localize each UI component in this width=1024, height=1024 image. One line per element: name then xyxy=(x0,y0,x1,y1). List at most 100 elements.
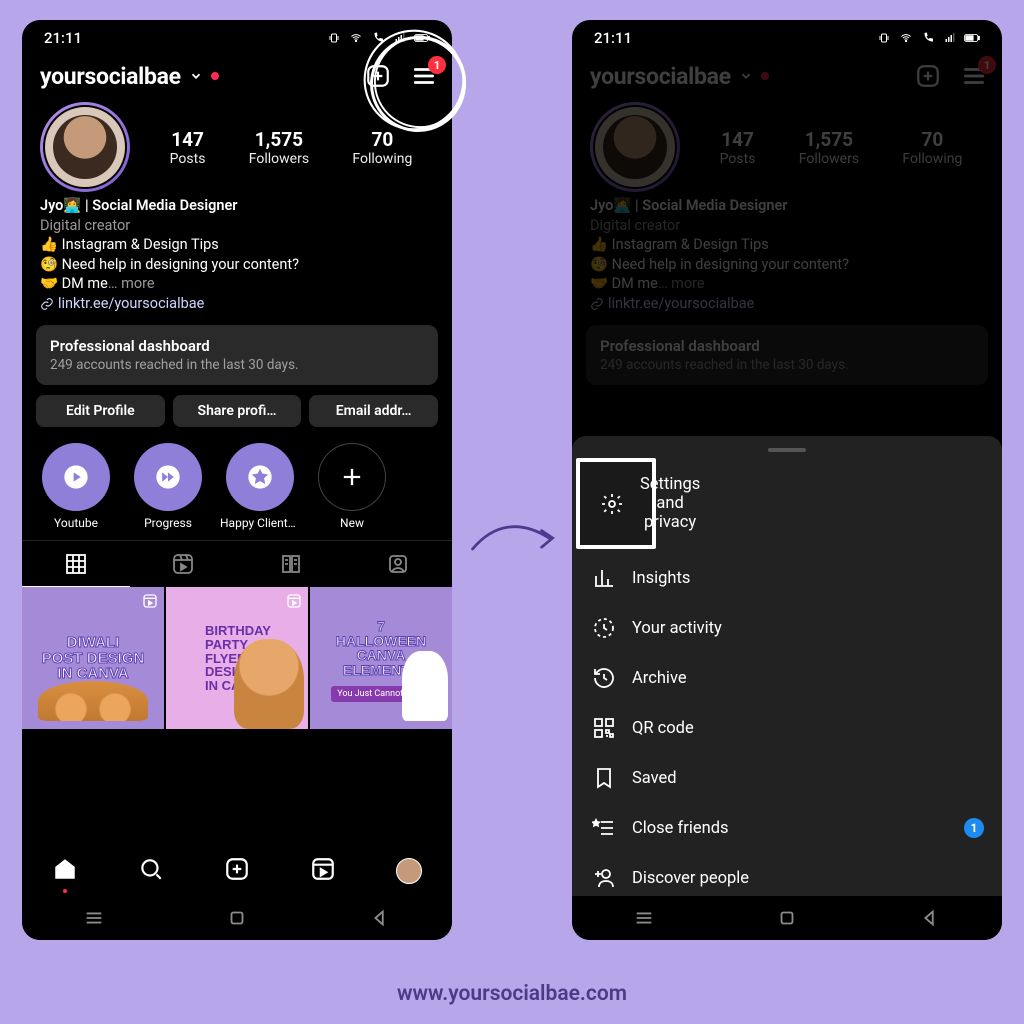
signal-icon xyxy=(392,32,408,44)
status-time: 21:11 xyxy=(594,29,632,47)
bio-line: 🧐 Need help in designing your content? xyxy=(40,255,434,275)
star-icon xyxy=(246,463,274,491)
nav-reels[interactable] xyxy=(310,856,336,886)
add-person-icon xyxy=(592,866,616,890)
back-key[interactable] xyxy=(369,907,391,929)
share-profile-button[interactable]: Share profi… xyxy=(173,395,302,427)
menu-qr[interactable]: QR code xyxy=(572,703,1002,753)
menu-saved[interactable]: Saved xyxy=(572,753,1002,803)
bio-line: 🤝 DM me… more xyxy=(40,274,434,294)
home-key[interactable] xyxy=(776,907,798,929)
home-icon xyxy=(52,856,78,882)
highlight-clients[interactable]: Happy Clients… xyxy=(220,443,300,530)
tab-tagged[interactable] xyxy=(345,541,453,587)
profile-bio: Jyo👩‍💻 | Social Media Designer Digital c… xyxy=(22,194,452,319)
activity-icon xyxy=(592,616,616,640)
recent-apps-key[interactable] xyxy=(633,907,655,929)
phone-wifi-icon xyxy=(920,32,936,44)
edit-profile-button[interactable]: Edit Profile xyxy=(36,395,165,427)
professional-dashboard[interactable]: Professional dashboard 249 accounts reac… xyxy=(36,325,438,385)
status-icons xyxy=(326,32,430,44)
link-icon xyxy=(40,297,54,311)
menu-sheet: Settings and privacy Insights Your activ… xyxy=(572,436,1002,896)
highlight-progress[interactable]: Progress xyxy=(128,443,208,530)
guides-icon xyxy=(279,552,303,576)
posts-grid: DIWALI POST DESIGN IN CANVA BIRTHDAY PAR… xyxy=(22,587,452,729)
close-friends-badge: 1 xyxy=(964,818,984,838)
phone-wifi-icon xyxy=(370,32,386,44)
highlights-row: Youtube Progress Happy Clients… New xyxy=(22,431,452,534)
list-star-icon xyxy=(592,816,616,840)
more-link[interactable]: … more xyxy=(108,275,155,292)
recent-apps-key[interactable] xyxy=(83,907,105,929)
bio-line: 👍 Instagram & Design Tips xyxy=(40,235,434,255)
profile-button-row: Edit Profile Share profi… Email addr… xyxy=(22,391,452,431)
create-button[interactable] xyxy=(364,62,392,90)
reels-icon xyxy=(171,552,195,576)
back-key[interactable] xyxy=(919,907,941,929)
nav-home[interactable] xyxy=(52,856,78,886)
post-thumb[interactable]: BIRTHDAY PARTY FLYER DESIGN IN CANVA xyxy=(166,587,308,729)
menu-activity[interactable]: Your activity xyxy=(572,603,1002,653)
bio-link[interactable]: linktr.ee/yoursocialbae xyxy=(40,294,434,314)
tagged-icon xyxy=(386,552,410,576)
bio-name: Jyo👩‍💻 | Social Media Designer xyxy=(40,196,434,216)
battery-icon xyxy=(414,32,430,44)
post-thumb[interactable]: DIWALI POST DESIGN IN CANVA xyxy=(22,587,164,729)
email-button[interactable]: Email addr… xyxy=(309,395,438,427)
stat-posts[interactable]: 147Posts xyxy=(170,128,206,167)
home-key[interactable] xyxy=(226,907,248,929)
post-thumb[interactable]: 7 HALLOWEEN CANVA ELEMENTS You Just Cann… xyxy=(310,587,452,729)
reels-badge-icon xyxy=(142,593,158,609)
nav-search[interactable] xyxy=(138,856,164,886)
highlight-youtube[interactable]: Youtube xyxy=(36,443,116,530)
plus-square-icon xyxy=(224,856,250,882)
menu-insights[interactable]: Insights xyxy=(572,553,1002,603)
profile-tabs xyxy=(22,540,452,587)
profile-avatar[interactable] xyxy=(40,102,130,192)
reels-icon xyxy=(310,856,336,882)
tab-guides[interactable] xyxy=(237,541,345,587)
phone-profile: 21:11 yoursocialbae 1 xyxy=(22,20,452,940)
plus-icon xyxy=(338,463,366,491)
menu-settings[interactable]: Settings and privacy xyxy=(576,458,656,549)
status-time: 21:11 xyxy=(44,29,82,47)
archive-icon xyxy=(592,666,616,690)
status-bar: 21:11 xyxy=(572,20,1002,56)
menu-close-friends[interactable]: Close friends 1 xyxy=(572,803,1002,853)
username[interactable]: yoursocialbae xyxy=(40,63,181,90)
wifi-icon xyxy=(348,32,364,44)
wifi-icon xyxy=(898,32,914,44)
reels-badge-icon xyxy=(286,593,302,609)
menu-archive[interactable]: Archive xyxy=(572,653,1002,703)
grid-icon xyxy=(64,552,88,576)
hamburger-menu-button[interactable]: 1 xyxy=(410,62,438,90)
android-softkeys xyxy=(572,896,1002,940)
tab-reels[interactable] xyxy=(130,541,238,587)
qr-icon xyxy=(592,716,616,740)
signal-icon xyxy=(942,32,958,44)
status-icons xyxy=(876,32,980,44)
phone-menu: 21:11 yoursocialbae 1 147Posts xyxy=(572,20,1002,940)
play-icon xyxy=(62,463,90,491)
tab-grid[interactable] xyxy=(22,541,130,587)
sheet-handle[interactable] xyxy=(768,448,806,452)
bio-category: Digital creator xyxy=(40,216,434,236)
stat-followers[interactable]: 1,575Followers xyxy=(249,128,309,167)
nav-create[interactable] xyxy=(224,856,250,886)
nav-profile[interactable] xyxy=(396,858,422,884)
unread-dot xyxy=(211,72,219,80)
search-icon xyxy=(138,856,164,882)
annotation-arrow xyxy=(468,510,560,566)
chart-icon xyxy=(592,566,616,590)
status-bar: 21:11 xyxy=(22,20,452,56)
chevron-down-icon xyxy=(189,69,203,83)
vibrate-icon xyxy=(876,32,892,44)
battery-icon xyxy=(964,32,980,44)
stat-following[interactable]: 70Following xyxy=(352,128,412,167)
bookmark-icon xyxy=(592,766,616,790)
highlight-new[interactable]: New xyxy=(312,443,392,530)
plus-square-icon xyxy=(365,63,391,89)
profile-header: yoursocialbae 1 xyxy=(22,56,452,94)
vibrate-icon xyxy=(326,32,342,44)
